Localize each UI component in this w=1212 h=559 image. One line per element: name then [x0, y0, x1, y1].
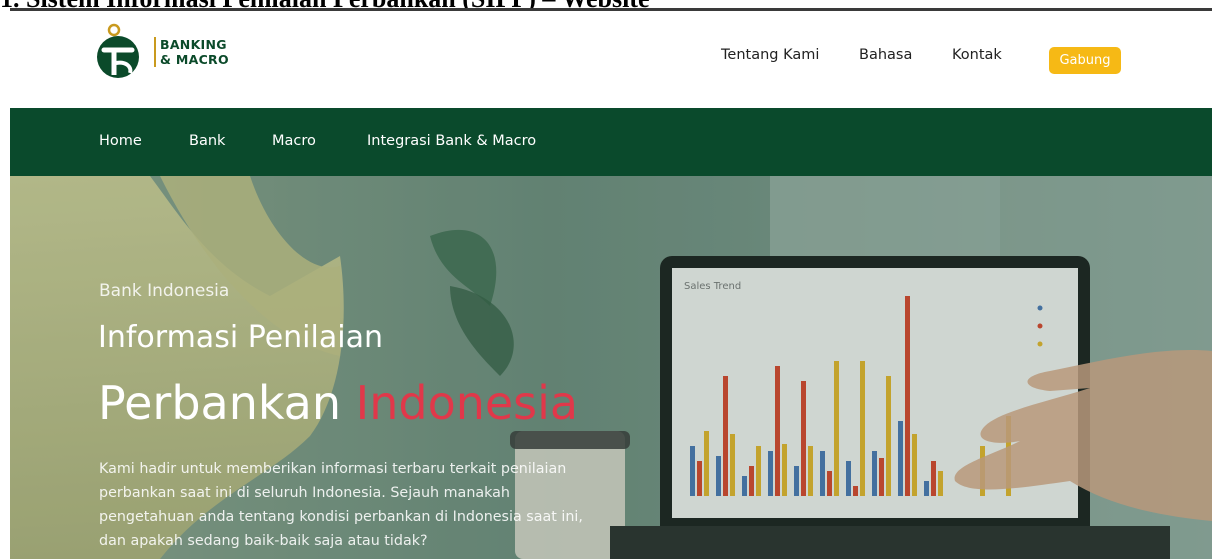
nav-kontak[interactable]: Kontak	[952, 47, 1002, 63]
nav-tentang-kami[interactable]: Tentang Kami	[721, 47, 819, 63]
gabung-button[interactable]: Gabung	[1049, 47, 1121, 74]
hero-description-line: Kami hadir untuk memberikan informasi te…	[99, 461, 567, 477]
brand-line1: BANKING	[160, 37, 227, 52]
hero-title-line1: Informasi Penilaian	[98, 320, 383, 355]
nav-bahasa[interactable]: Bahasa	[859, 47, 912, 63]
hero-title-main: Perbankan	[98, 376, 342, 430]
hero-title-line2: Perbankan Indonesia	[98, 376, 578, 430]
document-caption: 1. Sistem Informasi Penilaian Perbankan …	[0, 0, 1212, 8]
hero-description-line: dan apakah sedang baik-baik saja atau ti…	[99, 533, 428, 549]
logo-emblem-icon	[96, 23, 148, 81]
nav-home[interactable]: Home	[99, 133, 142, 149]
website-screenshot: BANKING & MACRO Tentang Kami Bahasa Kont…	[10, 8, 1212, 559]
hero-description-line: perbankan saat ini di seluruh Indonesia.…	[99, 485, 510, 501]
top-header: BANKING & MACRO Tentang Kami Bahasa Kont…	[10, 11, 1212, 108]
brand-logo[interactable]: BANKING & MACRO	[96, 23, 229, 81]
main-nav-bar: Home Bank Macro Integrasi Bank & Macro	[10, 108, 1212, 176]
brand-name: BANKING & MACRO	[154, 37, 229, 67]
hero-banner: Sales Trend Bank Indonesia Informasi Pen	[10, 176, 1212, 559]
hero-description: Kami hadir untuk memberikan informasi te…	[99, 457, 639, 553]
nav-bank[interactable]: Bank	[189, 133, 225, 149]
hero-title-accent: Indonesia	[355, 376, 579, 430]
hero-eyebrow: Bank Indonesia	[99, 281, 230, 301]
hero-description-line: pengetahuan anda tentang kondisi perbank…	[99, 509, 583, 525]
nav-integrasi-bank-macro[interactable]: Integrasi Bank & Macro	[367, 133, 536, 149]
brand-line2: & MACRO	[160, 52, 229, 67]
nav-macro[interactable]: Macro	[272, 133, 316, 149]
